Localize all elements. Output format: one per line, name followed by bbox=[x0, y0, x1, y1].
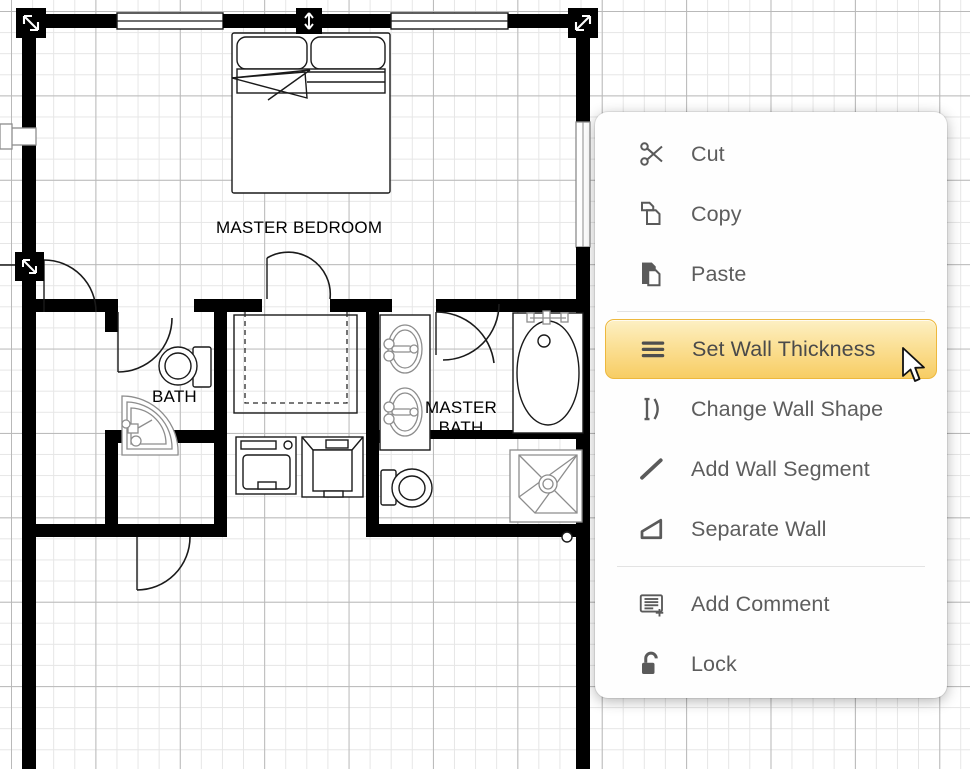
diagonal-line-icon bbox=[637, 454, 681, 484]
corner-shower bbox=[509, 449, 583, 523]
menu-item-label: Separate Wall bbox=[691, 516, 827, 541]
room-label-master-bedroom[interactable]: MASTER BEDROOM bbox=[216, 218, 382, 238]
separate-wall-icon bbox=[637, 514, 681, 544]
menu-item-change-wall-shape[interactable]: Change Wall Shape bbox=[605, 379, 937, 439]
context-menu[interactable]: Cut Copy Paste Set Wall Thickness Change… bbox=[595, 112, 947, 698]
hamburger-icon bbox=[638, 334, 682, 364]
menu-item-label: Lock bbox=[691, 651, 737, 676]
menu-item-label: Add Wall Segment bbox=[691, 456, 870, 481]
double-vanity bbox=[379, 314, 431, 451]
laundry-appliances bbox=[235, 436, 364, 498]
shower-stall-dashed bbox=[233, 312, 358, 414]
unlocked-padlock-icon bbox=[637, 649, 681, 679]
menu-separator-2 bbox=[617, 566, 925, 567]
menu-item-label: Change Wall Shape bbox=[691, 396, 884, 421]
wall-shape-icon bbox=[637, 394, 681, 424]
bed-furniture bbox=[231, 32, 391, 194]
left-wall-fixture bbox=[0, 123, 37, 150]
comment-plus-icon bbox=[637, 589, 681, 619]
menu-item-label: Add Comment bbox=[691, 591, 830, 616]
menu-item-cut[interactable]: Cut bbox=[605, 124, 937, 184]
menu-item-label: Set Wall Thickness bbox=[692, 336, 876, 361]
menu-item-label: Paste bbox=[691, 261, 747, 286]
menu-item-paste[interactable]: Paste bbox=[605, 244, 937, 304]
menu-item-label: Cut bbox=[691, 141, 725, 166]
scissors-icon bbox=[637, 139, 681, 169]
menu-item-lock[interactable]: Lock bbox=[605, 634, 937, 694]
master-bath-toilet bbox=[380, 468, 433, 508]
oval-bathtub bbox=[512, 310, 584, 434]
menu-item-label: Copy bbox=[691, 201, 742, 226]
menu-item-set-wall-thickness[interactable]: Set Wall Thickness bbox=[605, 319, 937, 379]
menu-item-add-wall-segment[interactable]: Add Wall Segment bbox=[605, 439, 937, 499]
room-label-master-bath[interactable]: MASTER BATH bbox=[425, 398, 497, 438]
handle-left-wall-junction bbox=[15, 252, 44, 281]
menu-item-copy[interactable]: Copy bbox=[605, 184, 937, 244]
menu-item-separate-wall[interactable]: Separate Wall bbox=[605, 499, 937, 559]
paste-icon bbox=[637, 259, 681, 289]
copy-icon bbox=[637, 199, 681, 229]
menu-separator-1 bbox=[617, 311, 925, 312]
menu-item-add-comment[interactable]: Add Comment bbox=[605, 574, 937, 634]
floor-plan-editor: .w { fill:#000; } .thin{ fill:none; stro… bbox=[0, 0, 970, 769]
room-label-bath[interactable]: BATH bbox=[152, 387, 197, 407]
